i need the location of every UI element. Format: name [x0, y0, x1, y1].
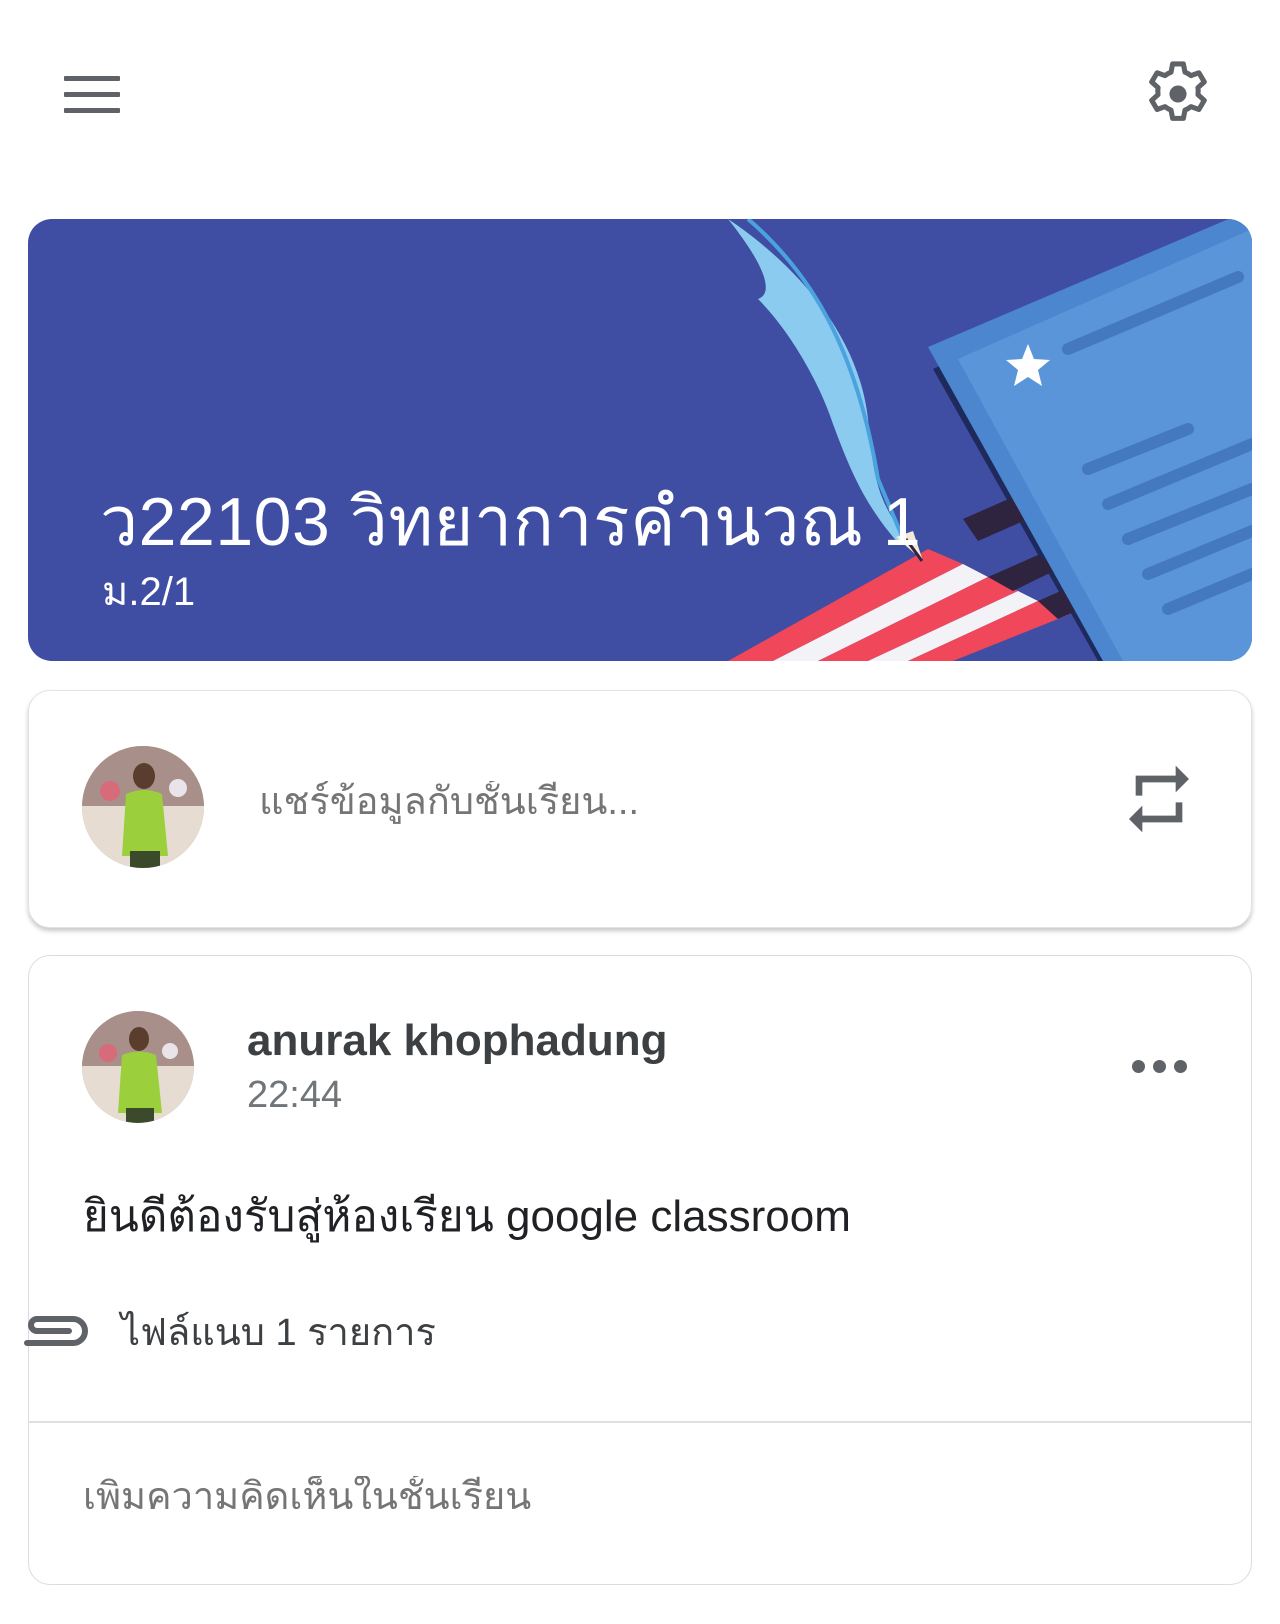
- attachments-link[interactable]: ไฟล์แนบ 1 รายการ: [19, 1301, 436, 1361]
- share-card[interactable]: [28, 690, 1252, 928]
- user-avatar: [82, 746, 204, 868]
- top-app-bar: [0, 0, 1280, 190]
- share-input[interactable]: [259, 781, 1019, 824]
- author-avatar: [82, 1011, 194, 1123]
- paperclip-icon: [24, 1316, 88, 1346]
- attachments-label: ไฟล์แนบ 1 รายการ: [121, 1311, 436, 1354]
- post-body: ยินดีต้องรับสู่ห้องเรียน google classroo…: [83, 1192, 851, 1241]
- post-author: anurak khophadung: [247, 1016, 668, 1065]
- gear-icon[interactable]: [1140, 56, 1216, 132]
- banner-illustration: [728, 219, 1252, 661]
- class-title: ว22103 วิทยาการคำนวณ 1: [100, 484, 922, 560]
- class-comment-input[interactable]: [83, 1476, 1183, 1519]
- hamburger-menu-icon[interactable]: [52, 62, 132, 126]
- class-banner: ว22103 วิทยาการคำนวณ 1 ม.2/1: [28, 219, 1252, 661]
- divider: [29, 1421, 1251, 1423]
- post-time: 22:44: [247, 1074, 343, 1116]
- class-section: ม.2/1: [102, 570, 196, 614]
- announcement-post: anurak khophadung 22:44 ยินดีต้องรับสู่ห…: [24, 955, 1252, 1585]
- more-options-icon[interactable]: [1119, 1046, 1199, 1086]
- repeat-icon[interactable]: [1119, 759, 1199, 839]
